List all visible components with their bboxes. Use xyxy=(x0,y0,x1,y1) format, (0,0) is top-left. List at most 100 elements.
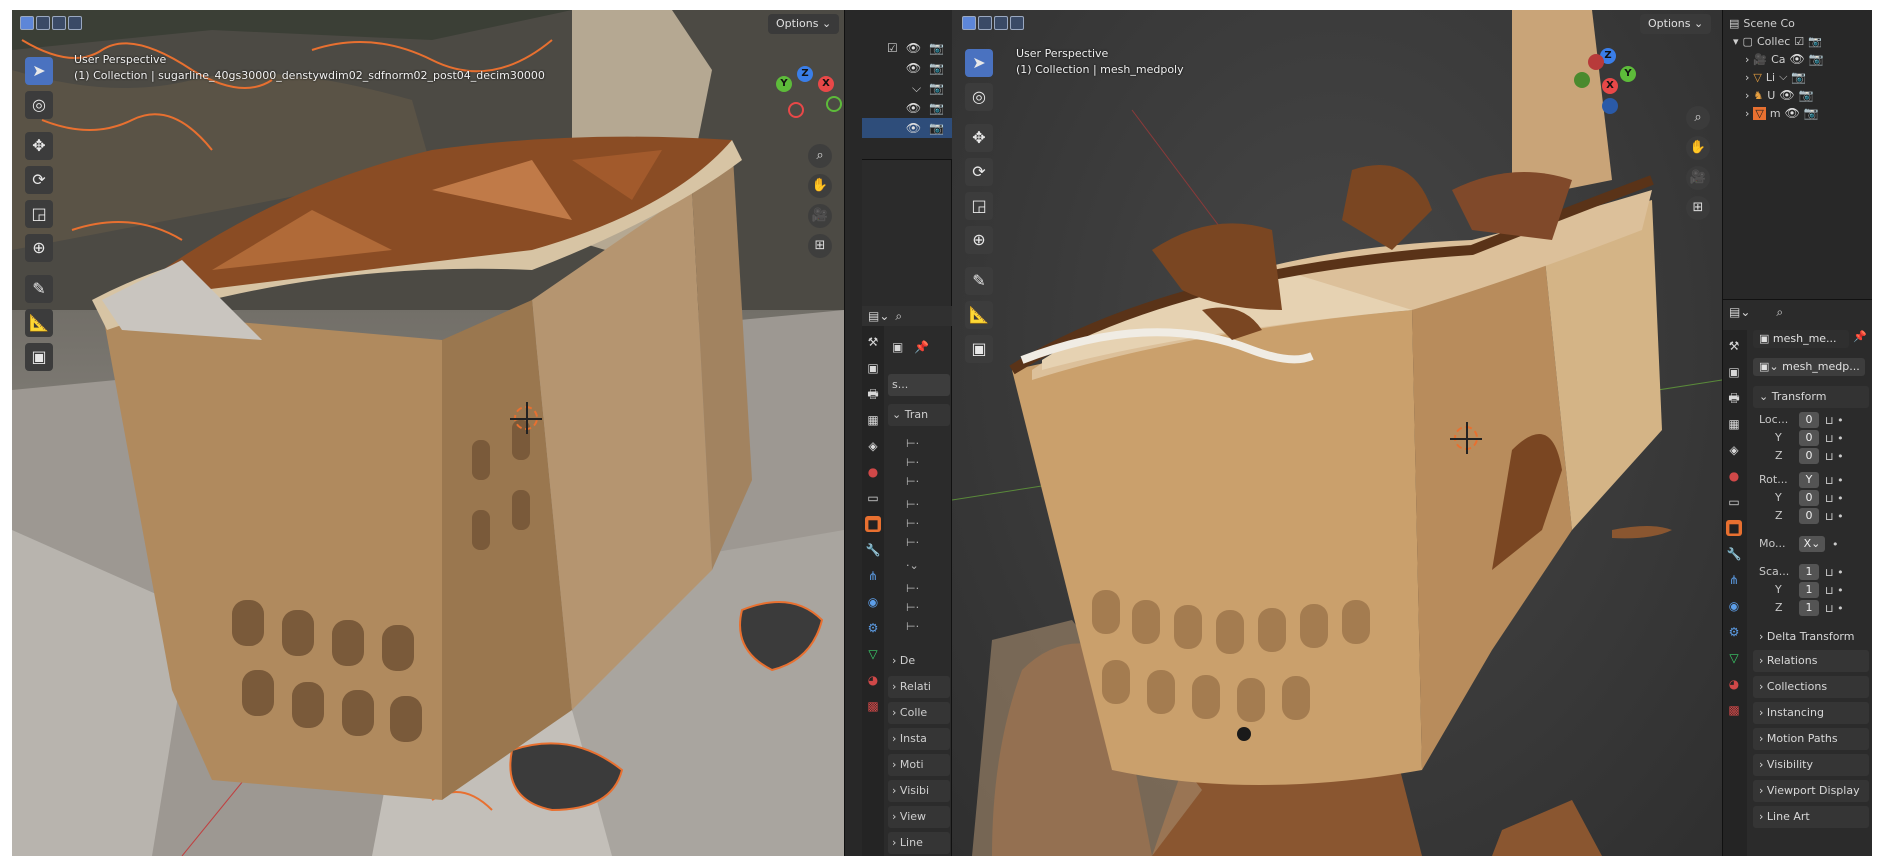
hidden-eye-icon[interactable]: ⌵ xyxy=(912,81,921,96)
camera-icon[interactable]: 📷 xyxy=(1808,35,1822,48)
render-tab-icon[interactable]: ▣ xyxy=(1726,364,1742,380)
material-tab-icon[interactable]: ◕ xyxy=(1726,676,1742,692)
panel-instancing[interactable]: › Insta xyxy=(888,728,950,750)
world-tab-icon[interactable]: ● xyxy=(1726,468,1742,484)
panel-line-art[interactable]: › Line Art xyxy=(1753,806,1869,828)
camera-icon[interactable]: 📷 xyxy=(929,61,944,75)
object-name-row[interactable]: ▣ mesh_me... xyxy=(1753,330,1849,348)
search-icon[interactable]: ⌕ xyxy=(1776,305,1783,320)
texture-tab-icon[interactable]: ▩ xyxy=(865,698,881,714)
rotation-mode-select[interactable]: X⌄ xyxy=(1799,536,1825,552)
outliner-row-2[interactable]: 👁 📷 xyxy=(862,58,952,78)
pin-icon[interactable]: 📌 xyxy=(1853,330,1867,343)
cursor-tool-icon[interactable]: ◎ xyxy=(25,91,53,119)
scale-x-field[interactable]: 1 xyxy=(1799,564,1819,580)
outliner-row-4[interactable]: 👁 📷 xyxy=(862,98,952,118)
right-navigation-gizmo[interactable]: Z Y X xyxy=(1574,48,1644,118)
data-tab-icon[interactable]: ▽ xyxy=(865,646,881,662)
panel-relations[interactable]: › Relati xyxy=(888,676,950,698)
add-cube-tool-icon[interactable]: ▣ xyxy=(965,335,993,363)
right-3d-viewport[interactable]: Options ⌄ User Perspective (1) Collectio… xyxy=(952,10,1722,856)
camera-icon[interactable]: 📷 xyxy=(929,41,944,55)
world-tab-icon[interactable]: ● xyxy=(865,464,881,480)
material-tab-icon[interactable]: ◕ xyxy=(865,672,881,688)
outliner-item-row[interactable]: › ♞ U 👁 📷 xyxy=(1723,86,1872,104)
rotate-tool-icon[interactable]: ⟳ xyxy=(965,158,993,186)
object-tab-icon[interactable]: ■ xyxy=(865,516,881,532)
expand-icon[interactable]: ▾ xyxy=(1733,35,1739,48)
expand-icon[interactable]: › xyxy=(1745,71,1749,84)
panel-delta[interactable]: › De xyxy=(888,650,950,672)
lock-icon[interactable]: ⊔ • xyxy=(1825,472,1844,490)
zoom-icon[interactable]: ⌕ xyxy=(808,144,832,168)
camera-view-icon[interactable]: 🎥 xyxy=(1686,166,1710,190)
checkbox-icon[interactable]: ☑ xyxy=(887,41,898,55)
left-options-button[interactable]: Options ⌄ xyxy=(768,14,840,34)
eye-icon[interactable]: 👁 xyxy=(906,121,921,135)
eye-icon[interactable]: 👁 xyxy=(1779,88,1794,102)
annotate-tool-icon[interactable]: ✎ xyxy=(965,267,993,295)
select-invert-icon[interactable] xyxy=(68,16,82,30)
lock-icon[interactable]: ⊔ • xyxy=(1825,564,1844,582)
select-extend-icon[interactable] xyxy=(36,16,50,30)
modifier-tab-icon[interactable]: 🔧 xyxy=(865,542,881,558)
modifier-tab-icon[interactable]: 🔧 xyxy=(1726,546,1742,562)
expand-icon[interactable]: › xyxy=(1745,107,1749,120)
panel-viewport-display[interactable]: › Viewport Display xyxy=(1753,780,1869,802)
scale-tool-icon[interactable]: ◲ xyxy=(965,192,993,220)
outliner-item-row[interactable]: › 🎥 Ca 👁 📷 xyxy=(1723,50,1872,68)
panel-delta-transform[interactable]: › Delta Transform xyxy=(1753,626,1869,648)
expand-icon[interactable]: › xyxy=(1745,89,1749,102)
move-tool-icon[interactable]: ✥ xyxy=(965,124,993,152)
particles-tab-icon[interactable]: ⋔ xyxy=(865,568,881,584)
gizmo-x-icon[interactable]: X xyxy=(818,76,834,92)
location-x-field[interactable]: 0 xyxy=(1799,412,1819,428)
scene-tab-icon[interactable]: ◈ xyxy=(1726,442,1742,458)
select-subtract-icon[interactable] xyxy=(994,16,1008,30)
outliner-row-1[interactable]: ☑ 👁 📷 xyxy=(862,38,952,58)
lock-icon[interactable]: ⊔ • xyxy=(1825,430,1844,448)
gizmo-y-icon[interactable]: Y xyxy=(776,76,792,92)
tool-tab-icon[interactable]: ⚒ xyxy=(1726,338,1742,354)
gizmo-neg-x-icon[interactable] xyxy=(1588,54,1604,70)
pan-hand-icon[interactable]: ✋ xyxy=(808,174,832,198)
select-subtract-icon[interactable] xyxy=(52,16,66,30)
move-tool-icon[interactable]: ✥ xyxy=(25,132,53,160)
rotation-y-field[interactable]: 0 xyxy=(1799,490,1819,506)
lock-icon[interactable]: ⊔ • xyxy=(1825,490,1844,508)
lock-icon[interactable]: ⊔ • xyxy=(1825,448,1844,466)
measure-tool-icon[interactable]: 📐 xyxy=(965,301,993,329)
select-extend-icon[interactable] xyxy=(978,16,992,30)
select-new-icon[interactable] xyxy=(962,16,976,30)
outliner-item-row[interactable]: › ▽ m 👁 📷 xyxy=(1723,104,1872,122)
select-invert-icon[interactable] xyxy=(1010,16,1024,30)
output-tab-icon[interactable]: 🖶 xyxy=(865,386,881,402)
add-cube-tool-icon[interactable]: ▣ xyxy=(25,343,53,371)
keyframe-icon[interactable]: • xyxy=(1825,536,1844,554)
left-3d-viewport[interactable]: Options ⌄ User Perspective (1) Collectio… xyxy=(12,10,844,856)
lock-icon[interactable]: ⊔ • xyxy=(1825,412,1844,430)
camera-icon[interactable]: 📷 xyxy=(1791,70,1806,84)
panel-collections[interactable]: › Collections xyxy=(1753,676,1869,698)
panel-relations[interactable]: › Relations xyxy=(1753,650,1869,672)
panel-motion-paths[interactable]: › Motion Paths xyxy=(1753,728,1869,750)
particles-tab-icon[interactable]: ⋔ xyxy=(1726,572,1742,588)
eye-icon[interactable]: 👁 xyxy=(906,101,921,115)
object-tab-icon[interactable]: ■ xyxy=(1726,520,1742,536)
right-options-button[interactable]: Options ⌄ xyxy=(1640,14,1712,34)
gizmo-y-icon[interactable]: Y xyxy=(1620,66,1636,82)
select-box-tool-icon[interactable]: ➤ xyxy=(25,57,53,85)
outliner-collection-row[interactable]: ▾ ▢ Collec ☑ 📷 xyxy=(1723,32,1872,50)
eye-icon[interactable]: 👁 xyxy=(906,61,921,75)
rotate-tool-icon[interactable]: ⟳ xyxy=(25,166,53,194)
search-icon[interactable]: ⌕ xyxy=(895,309,902,324)
outliner-row-5[interactable]: 👁 📷 xyxy=(862,118,952,138)
texture-tab-icon[interactable]: ▩ xyxy=(1726,702,1742,718)
panel-visibility[interactable]: › Visibi xyxy=(888,780,950,802)
view-layer-tab-icon[interactable]: ▦ xyxy=(1726,416,1742,432)
constraints-tab-icon[interactable]: ⚙ xyxy=(1726,624,1742,640)
physics-tab-icon[interactable]: ◉ xyxy=(865,594,881,610)
panel-transform[interactable]: ⌄ Transform xyxy=(1753,386,1869,408)
editor-type-icon[interactable]: ▤⌄ xyxy=(868,309,889,323)
lock-icon[interactable]: ⊔ • xyxy=(1825,582,1844,600)
